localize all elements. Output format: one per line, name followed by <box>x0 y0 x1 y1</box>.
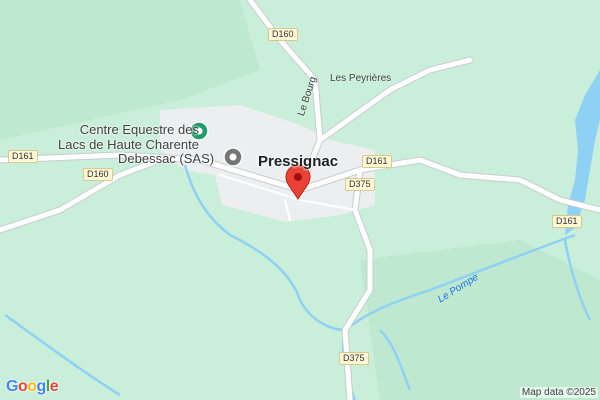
vegetation-patch <box>360 240 600 400</box>
road-shield-d375: D375 <box>339 352 369 365</box>
poi-label-line: Centre Equestre des <box>79 122 199 137</box>
road-shield-d160: D160 <box>83 168 113 181</box>
road-shield-d160: D160 <box>268 28 298 41</box>
google-logo: Google <box>6 378 59 395</box>
map-attribution[interactable]: Map data ©2025 <box>519 387 598 398</box>
road-shield-d375: D375 <box>345 178 375 191</box>
poi-label-line: Lacs de Haute Charente <box>58 137 199 152</box>
road-shield-d161: D161 <box>552 215 582 228</box>
poi-label-centre-equestre[interactable]: Centre Equestre des Lacs de Haute Charen… <box>58 122 199 152</box>
map-canvas[interactable] <box>0 0 600 400</box>
poi-label-debessac[interactable]: Debessac (SAS) <box>118 151 214 166</box>
road-shield-d161: D161 <box>8 150 38 163</box>
place-pin-icon[interactable] <box>223 147 243 167</box>
town-label-pressignac: Pressignac <box>258 153 339 170</box>
road-shield-d161: D161 <box>362 155 392 168</box>
locality-label-les-peyrieres: Les Peyrières <box>330 73 392 84</box>
